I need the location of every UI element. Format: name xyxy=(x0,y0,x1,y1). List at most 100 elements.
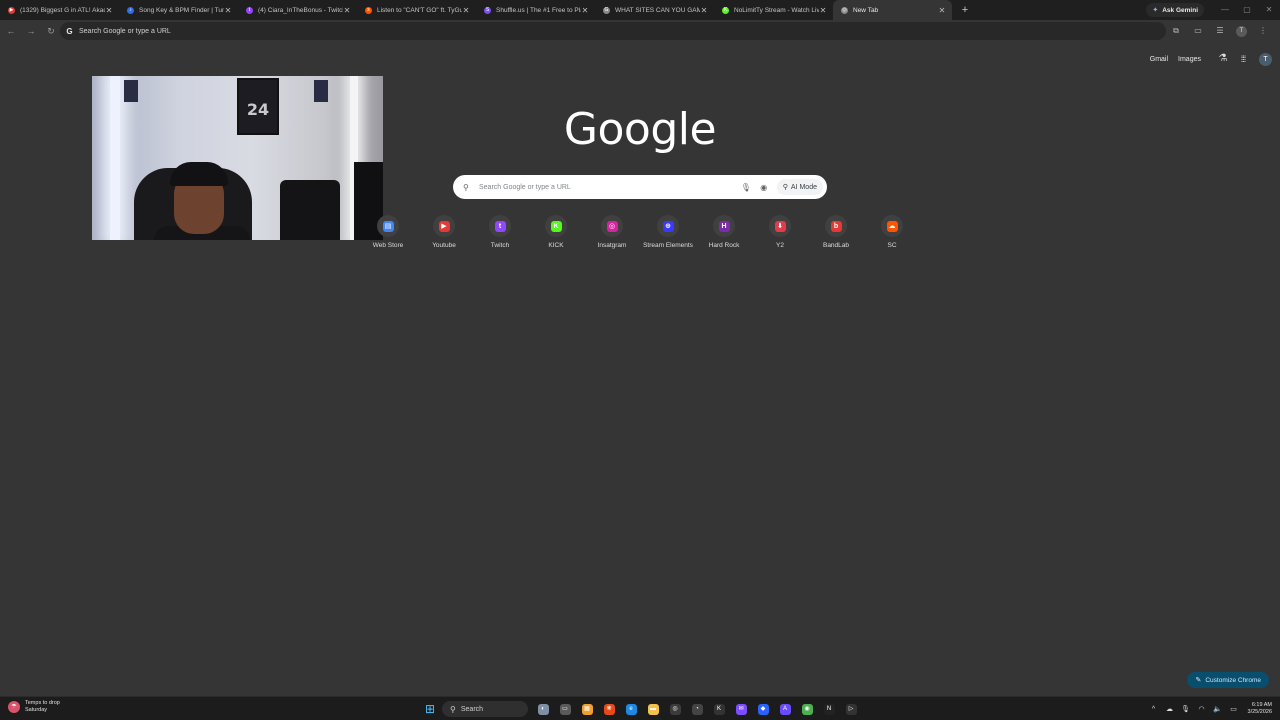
taskbar-app-6[interactable]: ▬ xyxy=(642,699,664,719)
windows-taskbar: ☂ Temps to drop Saturday ⊞ ⚲ Search ◐ ▭ ▦ ❋… xyxy=(0,696,1280,720)
taskbar-app-1[interactable]: ◐ xyxy=(532,699,554,719)
reading-list-icon[interactable]: ☰ xyxy=(1209,22,1231,40)
shortcut-web-store[interactable]: ▤ Web Store xyxy=(360,215,416,260)
cast-icon[interactable]: ▭ xyxy=(1187,22,1209,40)
taskbar-app-4[interactable]: ❋ xyxy=(598,699,620,719)
dark-bin xyxy=(280,180,340,240)
taskbar-app-5[interactable]: e xyxy=(620,699,642,719)
reload-button[interactable]: ↻ xyxy=(42,22,60,40)
taskbar-app-2[interactable]: ▭ xyxy=(554,699,576,719)
taskbar-app-14[interactable]: N xyxy=(818,699,840,719)
taskbar-app-8[interactable]: ◔ xyxy=(686,699,708,719)
shortcut-favicon-icon: t xyxy=(494,220,506,232)
weather-widget[interactable]: ☂ Temps to drop Saturday xyxy=(8,700,60,714)
browser-toolbar: ← → ↻ G Search Google or type a URL ⧉ ▭ … xyxy=(0,20,1280,42)
tab-close-icon[interactable]: ✕ xyxy=(343,6,351,15)
tab-favicon-icon: G xyxy=(603,6,610,14)
taskbar-app-icon: K xyxy=(713,703,725,715)
taskbar-app-icon: A xyxy=(779,703,791,715)
shortcut-label: Y2 xyxy=(776,242,784,249)
gmail-link[interactable]: Gmail xyxy=(1150,56,1168,63)
shortcut-label: Insatgram xyxy=(597,242,627,249)
customize-chrome-label: Customize Chrome xyxy=(1205,676,1261,684)
tab-1[interactable]: ♪ Song Key & BPM Finder | Tunebat✕ xyxy=(119,0,238,20)
taskbar-app-icon: N xyxy=(823,703,835,715)
mic-icon[interactable]: 🎙 xyxy=(1178,705,1194,713)
shortcut-label: Twitch xyxy=(490,242,510,249)
shortcut-label: Web Store xyxy=(372,242,404,249)
taskbar-search[interactable]: ⚲ Search xyxy=(442,701,528,717)
shortcut-twitch[interactable]: t Twitch xyxy=(472,215,528,260)
taskbar-app-7[interactable]: ◎ xyxy=(664,699,686,719)
tab-close-icon[interactable]: ✕ xyxy=(105,6,113,15)
ntp-header-links: Gmail Images ⚗ ⁞⁞⁞ T xyxy=(1150,51,1272,67)
shortcut-favicon-icon: ◎ xyxy=(606,220,618,232)
tab-6[interactable]: K NoLimitTy Stream - Watch Live ✕ xyxy=(714,0,833,20)
extensions-icon[interactable]: ⧉ xyxy=(1165,22,1187,40)
new-tab-button[interactable]: + xyxy=(956,1,974,19)
tab-7[interactable]: ◎ New Tab ✕ xyxy=(833,0,952,20)
battery-icon[interactable]: ▭ xyxy=(1226,705,1242,713)
taskbar-app-11[interactable]: ◆ xyxy=(752,699,774,719)
tab-2[interactable]: t (4) Ciara_InTheBonus - Twitch ✕ xyxy=(238,0,357,20)
ask-gemini-button[interactable]: ✦ Ask Gemini xyxy=(1146,3,1204,17)
taskbar-app-3[interactable]: ▦ xyxy=(576,699,598,719)
shortcut-y2[interactable]: ⬇ Y2 xyxy=(752,215,808,260)
taskbar-app-9[interactable]: K xyxy=(708,699,730,719)
tab-favicon-icon: ◎ xyxy=(841,6,848,14)
shortcut-favicon-icon: H xyxy=(718,220,730,232)
shortcut-bandlab[interactable]: b BandLab xyxy=(808,215,864,260)
labs-icon[interactable]: ⚗ xyxy=(1215,51,1231,67)
tab-5[interactable]: G WHAT SITES CAN YOU GAMBLE✕ xyxy=(595,0,714,20)
tab-close-icon[interactable]: ✕ xyxy=(819,6,827,15)
customize-chrome-button[interactable]: ✎ Customize Chrome xyxy=(1187,672,1269,688)
taskbar-app-15[interactable]: ▷ xyxy=(840,699,862,719)
cloud-icon[interactable]: ☁ xyxy=(1162,705,1178,713)
tab-close-icon[interactable]: ✕ xyxy=(938,6,946,15)
tab-close-icon[interactable]: ✕ xyxy=(581,6,589,15)
shortcut-favicon-icon: ▤ xyxy=(382,220,394,232)
close-window-icon[interactable]: ✕ xyxy=(1258,0,1280,20)
clock[interactable]: 6:19 AM 3/25/2026 xyxy=(1248,702,1272,716)
system-tray: ^ ☁ 🎙 ◠ 🔈 ▭ 6:19 AM 3/25/2026 xyxy=(1146,699,1272,719)
shortcut-icon-circle: ▶ xyxy=(433,215,455,237)
forward-button[interactable]: → xyxy=(22,22,40,40)
chevron-up-icon[interactable]: ^ xyxy=(1146,706,1162,713)
maximize-icon[interactable]: ▢ xyxy=(1236,0,1258,20)
taskbar-app-13[interactable]: ◉ xyxy=(796,699,818,719)
taskbar-app-10[interactable]: ✉ xyxy=(730,699,752,719)
taskbar-app-icon: ◎ xyxy=(669,703,681,715)
tab-close-icon[interactable]: ✕ xyxy=(700,6,708,15)
tab-close-icon[interactable]: ✕ xyxy=(462,6,470,15)
voice-search-icon[interactable]: 🎙 xyxy=(737,183,755,192)
tab-title: NoLimitTy Stream - Watch Live xyxy=(734,6,819,14)
google-apps-icon[interactable]: ⁞⁞⁞ xyxy=(1235,51,1251,67)
account-avatar[interactable]: T xyxy=(1259,52,1272,66)
menu-icon[interactable]: ⋮ xyxy=(1252,22,1274,40)
volume-icon[interactable]: 🔈 xyxy=(1210,705,1226,713)
taskbar-app-12[interactable]: A xyxy=(774,699,796,719)
profile-icon[interactable]: T xyxy=(1236,25,1247,37)
minimize-icon[interactable]: — xyxy=(1214,0,1236,20)
windows-start-icon[interactable]: ⊞ xyxy=(420,699,440,719)
tab-0[interactable]: ▶ (1329) Biggest G in ATL! Akado ✕ xyxy=(0,0,119,20)
shortcut-kick[interactable]: K KICK xyxy=(528,215,584,260)
tab-title: WHAT SITES CAN YOU GAMBLE xyxy=(615,6,700,14)
shortcut-sc[interactable]: ☁ SC xyxy=(864,215,920,260)
ai-mode-button[interactable]: ⚲ AI Mode xyxy=(776,179,823,195)
shortcut-insatgram[interactable]: ◎ Insatgram xyxy=(584,215,640,260)
tab-4[interactable]: S Shuffle.us | The #1 Free to Play ✕ xyxy=(476,0,595,20)
shortcut-icon-circle: ⊕ xyxy=(657,215,679,237)
shortcut-stream-elements[interactable]: ⊕ Stream Elements xyxy=(640,215,696,260)
images-link[interactable]: Images xyxy=(1178,56,1201,63)
wifi-icon[interactable]: ◠ xyxy=(1194,705,1210,713)
lens-icon[interactable]: ◉ xyxy=(755,183,773,192)
address-bar[interactable]: G Search Google or type a URL xyxy=(60,22,1166,40)
shortcut-youtube[interactable]: ▶ Youtube xyxy=(416,215,472,260)
tab-3[interactable]: s Listen to "CAN'T GO" ft. TyGum ✕ xyxy=(357,0,476,20)
back-button[interactable]: ← xyxy=(2,22,20,40)
ntp-search-box[interactable]: ⚲ Search Google or type a URL 🎙 ◉ ⚲ AI M… xyxy=(453,175,827,199)
tab-close-icon[interactable]: ✕ xyxy=(224,6,232,15)
window-controls: — ▢ ✕ xyxy=(1214,0,1280,20)
shortcut-hard-rock[interactable]: H Hard Rock xyxy=(696,215,752,260)
